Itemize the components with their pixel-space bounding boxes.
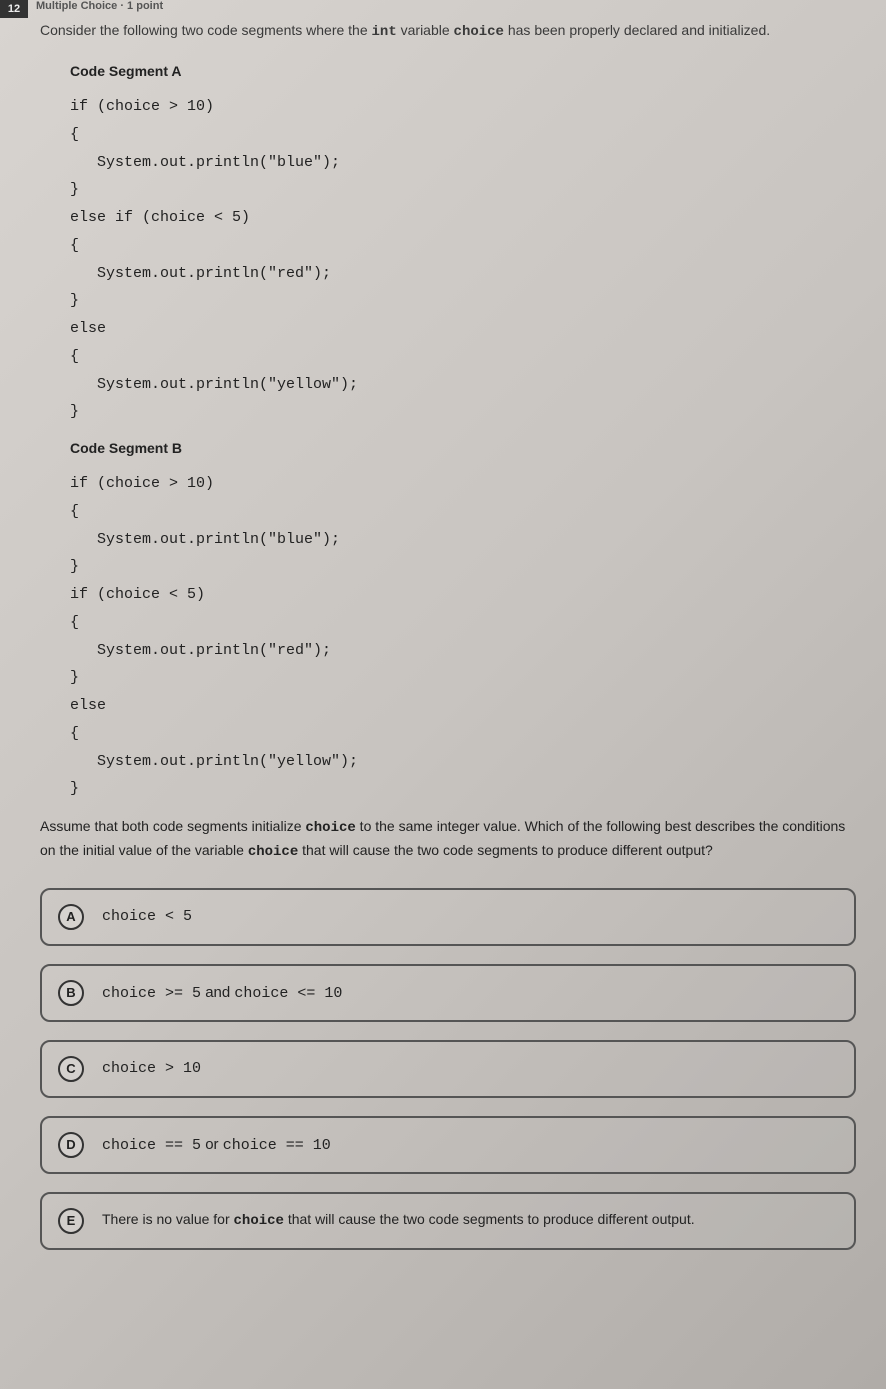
option-b-text: choice >= 5 and choice <= 10 bbox=[102, 984, 342, 1002]
option-e-t1: There is no value for bbox=[102, 1211, 234, 1227]
segment-a-code: if (choice > 10) { System.out.println("b… bbox=[70, 93, 856, 426]
fq-code: choice bbox=[248, 844, 298, 860]
option-a-text: choice < 5 bbox=[102, 908, 192, 925]
option-d-code1: choice == 5 bbox=[102, 1137, 201, 1154]
option-e-letter: E bbox=[58, 1208, 84, 1234]
question-prompt: Consider the following two code segments… bbox=[40, 20, 856, 43]
prompt-code-int: int bbox=[372, 24, 397, 40]
option-b-code2: choice <= 10 bbox=[234, 985, 342, 1002]
prompt-code-choice: choice bbox=[454, 24, 504, 40]
option-b-and: and bbox=[201, 984, 234, 1001]
option-d-code2: choice == 10 bbox=[223, 1137, 331, 1154]
option-e-text: There is no value for choice that will c… bbox=[102, 1210, 695, 1232]
option-b[interactable]: B choice >= 5 and choice <= 10 bbox=[40, 964, 856, 1022]
option-c-letter: C bbox=[58, 1056, 84, 1082]
question-type-label: Multiple Choice · 1 point bbox=[36, 0, 163, 12]
option-a-letter: A bbox=[58, 904, 84, 930]
prompt-text: has been properly declared and initializ… bbox=[504, 22, 770, 38]
option-a[interactable]: A choice < 5 bbox=[40, 888, 856, 946]
segment-a-title: Code Segment A bbox=[70, 63, 856, 79]
answer-options: A choice < 5 B choice >= 5 and choice <=… bbox=[40, 888, 856, 1250]
question-content: Consider the following two code segments… bbox=[30, 0, 856, 1250]
segment-b-code: if (choice > 10) { System.out.println("b… bbox=[70, 470, 856, 803]
segment-b-title: Code Segment B bbox=[70, 440, 856, 456]
prompt-text: Consider the following two code segments… bbox=[40, 22, 372, 38]
fq-code: choice bbox=[305, 820, 355, 836]
option-c[interactable]: C choice > 10 bbox=[40, 1040, 856, 1098]
option-d-or: or bbox=[201, 1136, 223, 1153]
option-e[interactable]: E There is no value for choice that will… bbox=[40, 1192, 856, 1250]
option-b-code1: choice >= 5 bbox=[102, 985, 201, 1002]
question-number-badge: 12 bbox=[0, 0, 28, 18]
option-d-letter: D bbox=[58, 1132, 84, 1158]
option-e-code: choice bbox=[234, 1213, 284, 1229]
option-d-text: choice == 5 or choice == 10 bbox=[102, 1136, 331, 1154]
prompt-text: variable bbox=[397, 22, 454, 38]
option-c-text: choice > 10 bbox=[102, 1060, 201, 1077]
fq-text: Assume that both code segments initializ… bbox=[40, 818, 305, 834]
option-d[interactable]: D choice == 5 or choice == 10 bbox=[40, 1116, 856, 1174]
final-question-text: Assume that both code segments initializ… bbox=[40, 815, 856, 864]
option-e-t2: that will cause the two code segments to… bbox=[284, 1211, 695, 1227]
fq-text: that will cause the two code segments to… bbox=[298, 842, 713, 858]
option-b-letter: B bbox=[58, 980, 84, 1006]
